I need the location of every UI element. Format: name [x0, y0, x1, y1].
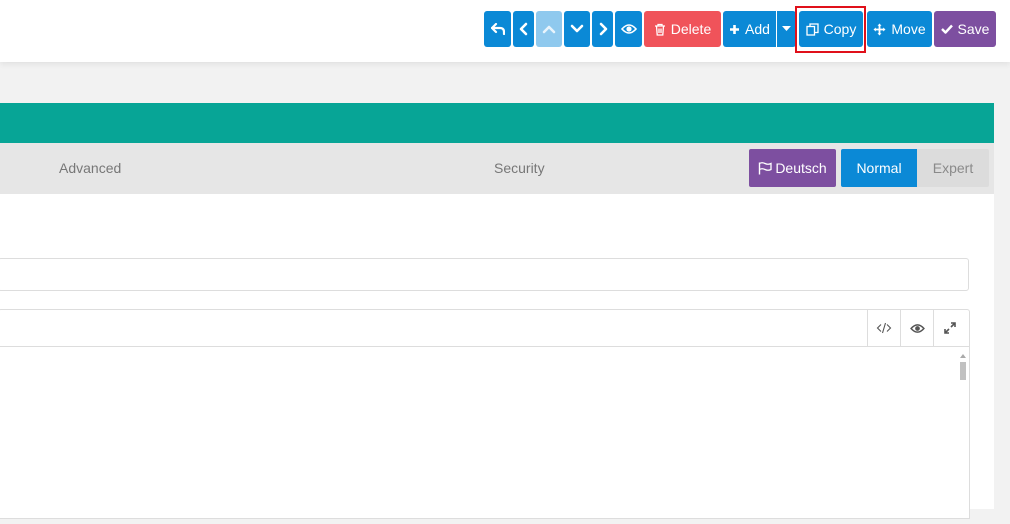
plus-icon	[730, 24, 740, 34]
tab-security[interactable]: Security	[494, 160, 545, 176]
editor-scrollbar[interactable]	[959, 354, 967, 524]
panel-header-bar	[0, 103, 994, 143]
save-label: Save	[957, 21, 990, 37]
copy-highlight-box	[795, 6, 866, 53]
language-button[interactable]: Deutsch	[749, 149, 836, 187]
checkmark-icon	[940, 24, 953, 34]
tab-advanced[interactable]: Advanced	[59, 160, 121, 176]
undo-button[interactable]	[484, 11, 511, 47]
editor-preview-button[interactable]	[900, 310, 933, 346]
eye-icon	[909, 323, 925, 333]
add-label: Add	[745, 21, 770, 37]
tab-bar: Advanced Security Deutsch Normal Expert	[0, 143, 994, 194]
expand-icon	[944, 322, 956, 334]
chevron-left-icon	[519, 22, 527, 36]
mode-normal-toggle[interactable]: Normal	[841, 149, 917, 187]
arrows-move-icon	[873, 23, 886, 35]
add-button[interactable]: Add	[723, 11, 776, 47]
chevron-right-icon	[599, 22, 607, 36]
top-toolbar: Delete Add Copy Move Save	[0, 0, 1010, 62]
save-button[interactable]: Save	[934, 11, 996, 47]
previous-button[interactable]	[513, 11, 534, 47]
source-code-button[interactable]	[867, 310, 900, 346]
eye-icon	[620, 24, 637, 34]
undo-arrow-icon	[490, 23, 505, 35]
caret-down-icon	[782, 26, 791, 31]
fullscreen-button[interactable]	[933, 310, 966, 346]
delete-button[interactable]: Delete	[644, 11, 721, 47]
next-button[interactable]	[592, 11, 613, 47]
chevron-up-icon	[542, 25, 556, 34]
preview-button[interactable]	[615, 11, 642, 47]
flag-icon	[759, 161, 772, 174]
move-down-button[interactable]	[564, 11, 590, 47]
content-panel: Advanced Security Deutsch Normal Expert	[0, 103, 994, 519]
delete-label: Delete	[670, 21, 712, 37]
code-icon	[876, 322, 892, 334]
language-label: Deutsch	[775, 160, 827, 176]
trash-icon	[654, 23, 665, 36]
move-up-button[interactable]	[536, 11, 562, 47]
scrollbar-thumb[interactable]	[960, 362, 966, 380]
text-input[interactable]	[0, 258, 969, 291]
add-dropdown-button[interactable]	[777, 11, 796, 47]
scroll-up-arrow-icon[interactable]	[960, 354, 966, 358]
mode-expert-toggle[interactable]: Expert	[917, 149, 989, 187]
move-label: Move	[891, 21, 926, 37]
move-button[interactable]: Move	[867, 11, 932, 47]
chevron-down-icon	[570, 24, 584, 33]
code-editor[interactable]	[0, 309, 970, 519]
editor-toolbar	[0, 310, 969, 347]
